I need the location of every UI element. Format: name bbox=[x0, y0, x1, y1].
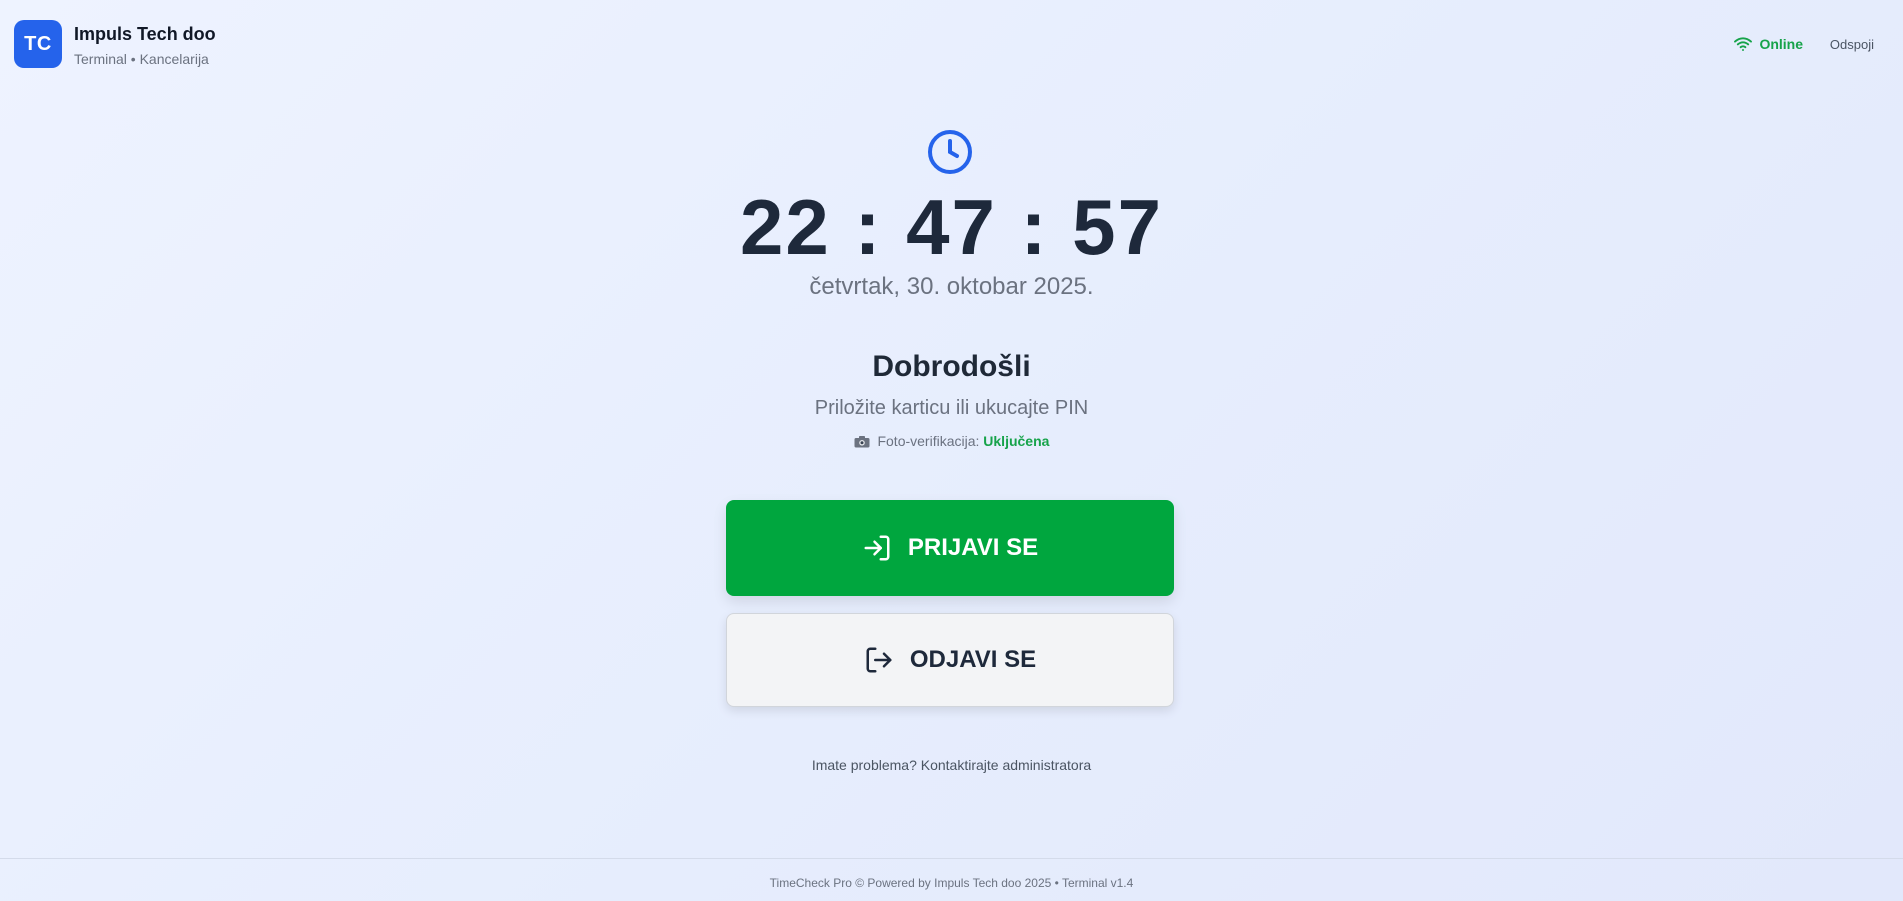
photo-verification: Foto-verifikacija: Uključena bbox=[0, 433, 1903, 449]
checkin-label: PRIJAVI SE bbox=[907, 534, 1039, 561]
photo-verification-status: Uključena bbox=[983, 433, 1050, 449]
status-label: Online bbox=[1759, 36, 1803, 52]
help-text: Imate problema? Kontaktirajte administra… bbox=[0, 757, 1903, 773]
camera-icon bbox=[854, 436, 870, 448]
current-time: 22 : 47 : 57 bbox=[740, 183, 1163, 271]
footer-divider bbox=[0, 858, 1903, 859]
welcome-title: Dobrodošli bbox=[872, 350, 1031, 383]
photo-verification-label: Foto-verifikacija: bbox=[877, 433, 980, 449]
login-icon bbox=[864, 535, 890, 561]
footer-text: TimeCheck Pro © Powered by Impuls Tech d… bbox=[769, 876, 1134, 890]
terminal-location: Terminal • Kancelarija bbox=[74, 51, 209, 67]
app-logo: TC bbox=[14, 20, 62, 68]
wifi-icon bbox=[1734, 37, 1753, 51]
connection-status: Online bbox=[1733, 36, 1803, 52]
checkin-button[interactable]: PRIJAVI SE bbox=[726, 500, 1174, 596]
checkout-label: ODJAVI SE bbox=[909, 646, 1037, 673]
instruction-text: Priložite karticu ili ukucajte PIN bbox=[814, 397, 1089, 419]
header: TC Impuls Tech doo Terminal • Kancelarij… bbox=[0, 0, 1903, 90]
current-date: četvrtak, 30. oktobar 2025. bbox=[809, 273, 1094, 300]
clock-icon bbox=[928, 130, 972, 174]
disconnect-button[interactable]: Odspoji bbox=[1830, 37, 1874, 52]
logout-icon bbox=[866, 647, 892, 673]
contact-admin-link[interactable]: Imate problema? Kontaktirajte administra… bbox=[812, 757, 1091, 773]
company-name: Impuls Tech doo bbox=[74, 24, 216, 44]
checkout-button[interactable]: ODJAVI SE bbox=[726, 613, 1174, 707]
